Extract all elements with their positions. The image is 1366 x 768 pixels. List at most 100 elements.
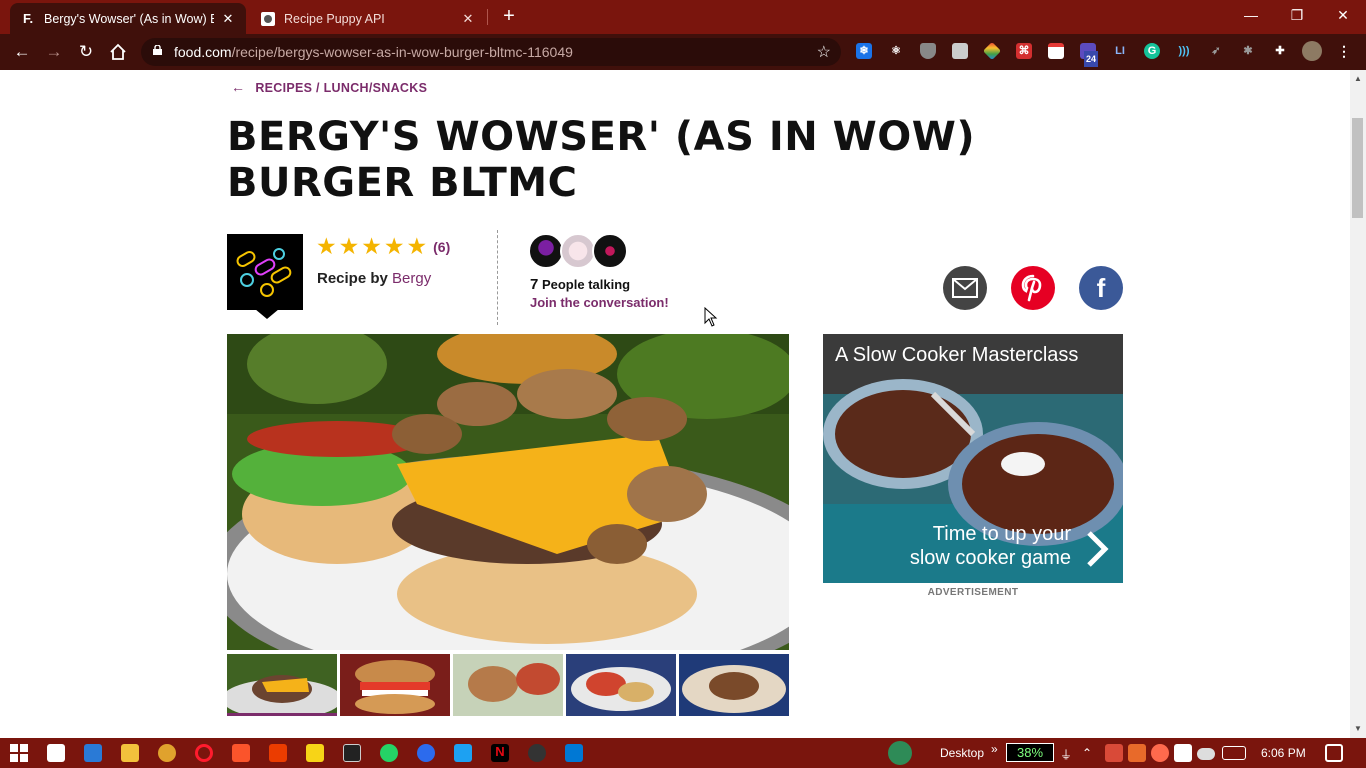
rating-count[interactable]: (6) <box>433 239 450 255</box>
activity-monitor-icon[interactable] <box>888 741 912 765</box>
mouse-cursor-icon <box>704 307 718 327</box>
tab-separator <box>487 9 488 25</box>
extension-react-icon[interactable]: ⚛ <box>888 43 904 59</box>
close-window-button[interactable]: ✕ <box>1320 0 1366 30</box>
join-conversation-link[interactable]: Join the conversation! <box>530 295 669 310</box>
minimize-button[interactable]: — <box>1228 0 1274 30</box>
restore-button[interactable]: ❐ <box>1274 0 1320 30</box>
keyboard-icon[interactable] <box>1222 746 1246 760</box>
breadcrumb[interactable]: ← RECIPES / LUNCH/SNACKS <box>231 79 427 95</box>
tray-shield-icon[interactable] <box>1105 744 1123 762</box>
extension-snowflake-icon[interactable]: ❄ <box>856 43 872 59</box>
clock[interactable]: 6:06 PM <box>1261 746 1306 760</box>
thumbnail-1[interactable] <box>227 654 337 716</box>
scroll-down-icon[interactable]: ▼ <box>1354 724 1362 733</box>
thumbnail-2[interactable] <box>340 654 450 716</box>
recipe-hero-image[interactable] <box>227 334 789 650</box>
home-button[interactable] <box>106 40 130 64</box>
desktop-label[interactable]: Desktop <box>940 746 984 760</box>
tray-security-icon[interactable] <box>1174 744 1192 762</box>
windows-taskbar: N Desktop » 38% ⏚ ⌃ 6:06 PM <box>0 738 1366 768</box>
web-page: ← RECIPES / LUNCH/SNACKS BERGY'S WOWSER' … <box>0 70 1350 738</box>
thumbnail-5[interactable] <box>679 654 789 716</box>
tab-recipe-puppy[interactable]: Recipe Puppy API ✕ <box>250 3 486 34</box>
extensions-puzzle-icon[interactable]: ✚ <box>1272 43 1288 59</box>
bookmark-star-icon[interactable]: ☆ <box>817 42 831 62</box>
rating-stars[interactable]: ★ ★ ★ ★ ★ (6) <box>316 233 450 260</box>
extension-note-icon[interactable] <box>1048 43 1064 59</box>
advertisement-banner[interactable]: A Slow Cooker Masterclass Time to up you… <box>823 334 1123 583</box>
star-icon: ★ <box>361 233 382 259</box>
address-bar[interactable]: food.com/recipe/bergys-wowser-as-in-wow-… <box>141 38 841 66</box>
avatar <box>528 233 564 269</box>
tab-recipe[interactable]: F. Bergy's Wowser' (As in Wow) Bur ✕ <box>10 3 246 34</box>
puppy-favicon-icon <box>260 11 276 27</box>
tray-app-icon[interactable] <box>1128 744 1146 762</box>
profile-avatar[interactable] <box>1302 41 1322 61</box>
scroll-up-icon[interactable]: ▲ <box>1354 74 1362 83</box>
talking-count: 7 <box>530 276 539 293</box>
extension-pdf-icon[interactable]: ⌘ <box>1016 43 1032 59</box>
star-icon: ★ <box>383 233 405 259</box>
commenter-avatars[interactable] <box>528 233 628 269</box>
chevron-icon[interactable]: » <box>991 742 998 756</box>
facebook-share-button[interactable]: f <box>1079 266 1123 310</box>
extension-shield-icon[interactable] <box>920 43 936 59</box>
extension-audio-icon[interactable]: ))) <box>1176 43 1192 59</box>
lock-icon <box>153 45 162 55</box>
signal-icon[interactable] <box>417 744 435 762</box>
thumbnail-3[interactable] <box>453 654 563 716</box>
arrow-left-icon: ← <box>231 79 246 95</box>
extension-grammarly-icon[interactable]: G <box>1144 43 1160 59</box>
file-explorer-icon[interactable] <box>121 744 139 762</box>
extension-colorful-icon[interactable] <box>982 41 1002 61</box>
store-icon[interactable] <box>47 744 65 762</box>
email-share-button[interactable] <box>943 266 987 310</box>
active-thumbnail-indicator <box>227 713 337 716</box>
ad-title: A Slow Cooker Masterclass <box>835 344 1079 366</box>
forward-button[interactable]: → <box>42 40 66 64</box>
people-talking: 7 People talking <box>530 276 630 293</box>
scrollbar-thumb[interactable] <box>1352 118 1363 218</box>
twitter-icon[interactable] <box>454 744 472 762</box>
thumbnail-4[interactable] <box>566 654 676 716</box>
vscode-icon[interactable] <box>565 744 583 762</box>
sticky-notes-icon[interactable] <box>306 744 324 762</box>
extension-li-icon[interactable]: LI <box>1112 43 1128 59</box>
chrome-taskbar-icon[interactable] <box>158 744 176 762</box>
close-tab-icon[interactable]: ✕ <box>220 11 236 27</box>
mail-icon <box>952 278 978 298</box>
back-button[interactable]: ← <box>10 40 34 64</box>
terminal-icon[interactable] <box>343 744 361 762</box>
extension-badge-icon[interactable]: 24 <box>1080 43 1099 67</box>
chevron-up-icon[interactable]: ⌃ <box>1082 746 1092 760</box>
windows-start-icon[interactable] <box>10 744 28 762</box>
author-link[interactable]: Bergy <box>392 270 431 287</box>
new-tab-button[interactable]: + <box>498 6 520 28</box>
netflix-icon[interactable]: N <box>491 744 509 762</box>
chrome-menu-icon[interactable]: ⋮ <box>1336 43 1352 59</box>
thumbnail-strip <box>227 654 789 716</box>
tray-gear-icon[interactable] <box>1151 744 1169 762</box>
author-avatar[interactable] <box>227 234 303 319</box>
close-tab-icon[interactable]: ✕ <box>460 11 476 27</box>
page-scrollbar[interactable]: ▲ ▼ <box>1350 70 1366 738</box>
opera-icon[interactable] <box>195 744 213 762</box>
extension-bug-icon[interactable]: ✱ <box>1240 43 1256 59</box>
office-icon[interactable] <box>269 744 287 762</box>
whatsapp-icon[interactable] <box>380 744 398 762</box>
ad-tagline: Time to up your slow cooker game <box>910 522 1071 570</box>
extension-rocket-icon[interactable]: ➶ <box>1208 43 1224 59</box>
recipe-by: Recipe by Bergy <box>317 270 431 287</box>
star-icon: ★ <box>406 233 428 259</box>
onedrive-icon[interactable] <box>1197 748 1215 760</box>
brave-icon[interactable] <box>232 744 250 762</box>
reload-button[interactable]: ↻ <box>74 40 98 64</box>
pinterest-share-button[interactable] <box>1011 266 1055 310</box>
github-icon[interactable] <box>528 744 546 762</box>
mail-app-icon[interactable] <box>84 744 102 762</box>
notifications-icon[interactable] <box>1325 744 1343 762</box>
extension-printer-icon[interactable] <box>952 43 968 59</box>
avatar <box>560 233 596 269</box>
battery-meter[interactable]: 38% <box>1006 743 1054 762</box>
